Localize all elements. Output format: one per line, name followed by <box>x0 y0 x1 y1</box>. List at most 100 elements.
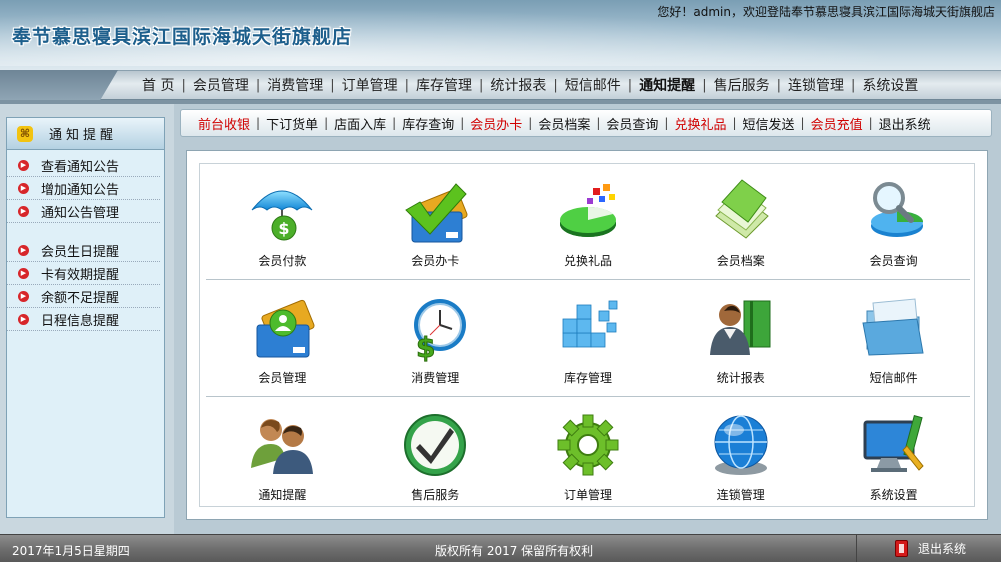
exit-door-icon <box>895 540 908 557</box>
quick-nav-item[interactable]: 短信发送 <box>740 114 798 133</box>
function-row: 通知提醒 售后服务 订单管理 连锁管理 系统设置 <box>206 402 970 514</box>
function-tile-label: 售后服务 <box>411 488 460 502</box>
nav-separator: | <box>776 77 781 93</box>
function-tile[interactable]: 会员查询 <box>817 168 970 280</box>
function-tile[interactable]: 系统设置 <box>817 402 970 514</box>
row-divider <box>206 279 970 280</box>
function-tile-label: 系统设置 <box>869 488 918 502</box>
welcome-text: 您好！admin，欢迎登陆奉节慕思寝具滨江国际海城天街旗舰店 <box>657 5 995 19</box>
quick-nav-item[interactable]: 会员档案 <box>535 114 593 133</box>
function-tile-label: 会员档案 <box>716 254 765 268</box>
clock-dollar-icon: $ <box>414 299 467 363</box>
quick-nav-item[interactable]: 库存查询 <box>399 114 457 133</box>
function-tile-label: 会员管理 <box>258 371 307 385</box>
sidebar-item-label: 余额不足提醒 <box>41 290 120 306</box>
function-tile[interactable]: 短信邮件 <box>817 285 970 397</box>
sidebar-item-label: 会员生日提醒 <box>41 244 120 260</box>
sidebar-item-label: 日程信息提醒 <box>41 313 120 329</box>
arrow-bullet-icon: ▶ <box>18 205 29 217</box>
quick-nav-item[interactable]: 前台收银 <box>195 114 253 133</box>
function-tile[interactable]: $ 会员付款 <box>206 168 359 280</box>
function-tile[interactable]: 连锁管理 <box>664 402 817 514</box>
main-nav-item[interactable]: 首 页 <box>138 75 178 95</box>
main-nav-item[interactable]: 短信邮件 <box>561 75 625 95</box>
quick-nav-item[interactable]: 下订货单 <box>263 114 321 133</box>
quick-nav-separator: | <box>664 116 669 130</box>
quick-nav-item[interactable]: 兑换礼品 <box>671 114 729 133</box>
quick-nav-separator: | <box>528 116 533 130</box>
sidebar-item[interactable]: ▶ 余额不足提醒 <box>7 285 160 308</box>
quick-nav-separator: | <box>800 116 805 130</box>
nav-bar-accent <box>0 70 118 100</box>
pie-chart-icon <box>559 184 616 237</box>
quick-nav-item[interactable]: 退出系统 <box>876 114 934 133</box>
sidebar-item[interactable]: ▶ 通知公告管理 <box>7 200 160 223</box>
nav-separator: | <box>850 77 856 93</box>
current-date: 2017年1月5日星期四 <box>12 544 130 558</box>
function-tile-label: 连锁管理 <box>716 488 765 502</box>
sidebar-item-label: 查看通知公告 <box>41 159 120 175</box>
arrow-bullet-icon: ▶ <box>18 267 29 279</box>
quick-nav-bar: 前台收银 | 下订货单 | 店面入库 | 库存查询 | 会员办卡 | 会员档案 | 会员查询 | 兑换礼品 |… <box>180 109 992 137</box>
nav-separator: | <box>627 77 633 93</box>
function-tile-label: 库存管理 <box>563 371 612 385</box>
main-nav-item[interactable]: 会员管理 <box>189 75 253 95</box>
sidebar-item-label: 卡有效期提醒 <box>41 267 120 283</box>
person-book-icon <box>709 300 771 355</box>
svg-text:$: $ <box>279 219 290 238</box>
sidebar-item[interactable]: ▶ 卡有效期提醒 <box>7 262 160 285</box>
quick-nav-item[interactable]: 会员充值 <box>808 114 866 133</box>
sidebar-title: 通知提醒 <box>49 128 118 143</box>
row-divider <box>206 396 970 397</box>
open-folder-icon <box>861 298 924 356</box>
arrow-bullet-icon: ▶ <box>18 290 29 302</box>
function-tile[interactable]: 通知提醒 <box>206 402 359 514</box>
quick-nav-separator: | <box>460 116 465 130</box>
globe-icon <box>714 415 768 475</box>
quick-nav-item[interactable]: 会员查询 <box>603 114 661 133</box>
nav-separator: | <box>404 77 410 93</box>
umbrella-dollar-icon: $ <box>251 190 313 241</box>
function-row: 会员管理 $ 消费管理 库存管理 统计报表 短信邮件 <box>206 285 970 397</box>
function-tile-label: 会员查询 <box>869 254 918 268</box>
nav-separator: | <box>330 77 335 93</box>
function-tile[interactable]: 售后服务 <box>359 402 512 514</box>
quick-nav-item[interactable]: 店面入库 <box>331 114 389 133</box>
main-nav-item[interactable]: 消费管理 <box>263 75 327 95</box>
quick-nav-separator: | <box>324 116 329 130</box>
nav-separator: | <box>553 77 558 93</box>
main-nav-item[interactable]: 售后服务 <box>710 75 774 95</box>
monitor-tools-icon <box>863 415 924 472</box>
main-nav-item[interactable]: 通知提醒 <box>635 75 699 95</box>
sidebar-item-label: 通知公告管理 <box>41 205 120 221</box>
function-tile-label: 短信邮件 <box>869 371 918 385</box>
exit-system-button[interactable]: 退出系统 <box>856 535 1001 562</box>
sidebar-item[interactable]: ▶ 查看通知公告 <box>7 154 160 177</box>
function-tile[interactable]: 会员档案 <box>664 168 817 280</box>
member-card-icon <box>256 299 315 358</box>
function-tile[interactable]: 兑换礼品 <box>512 168 665 280</box>
arrow-bullet-icon: ▶ <box>18 313 29 325</box>
arrow-bullet-icon: ▶ <box>18 182 29 194</box>
function-tile[interactable]: $ 消费管理 <box>359 285 512 397</box>
function-tile[interactable]: 订单管理 <box>512 402 665 514</box>
exit-system-label: 退出系统 <box>918 542 967 556</box>
function-tile[interactable]: 会员办卡 <box>359 168 512 280</box>
main-nav-item[interactable]: 订单管理 <box>338 75 402 95</box>
sidebar-item[interactable]: ▶ 增加通知公告 <box>7 177 160 200</box>
sidebar-item[interactable]: ▶ 日程信息提醒 <box>7 308 160 331</box>
copyright-text: 版权所有 2017 保留所有权利 <box>435 544 594 558</box>
sidebar-group: ▶ 会员生日提醒 ▶ 卡有效期提醒 ▶ 余额不足提醒 ▶ 日程信息提醒 <box>7 235 164 331</box>
function-row: $ 会员付款 会员办卡 兑换礼品 会员档案 会员查询 <box>206 168 970 280</box>
main-nav-item[interactable]: 连锁管理 <box>784 75 848 95</box>
quick-nav-item[interactable]: 会员办卡 <box>467 114 525 133</box>
function-tile-label: 消费管理 <box>411 371 460 385</box>
main-nav-item[interactable]: 库存管理 <box>412 75 476 95</box>
nav-separator: | <box>181 77 186 93</box>
main-nav-item[interactable]: 统计报表 <box>486 75 550 95</box>
function-tile[interactable]: 统计报表 <box>664 285 817 397</box>
function-tile[interactable]: 库存管理 <box>512 285 665 397</box>
function-tile[interactable]: 会员管理 <box>206 285 359 397</box>
sidebar-item[interactable]: ▶ 会员生日提醒 <box>7 239 160 262</box>
main-nav-item[interactable]: 系统设置 <box>858 75 922 95</box>
